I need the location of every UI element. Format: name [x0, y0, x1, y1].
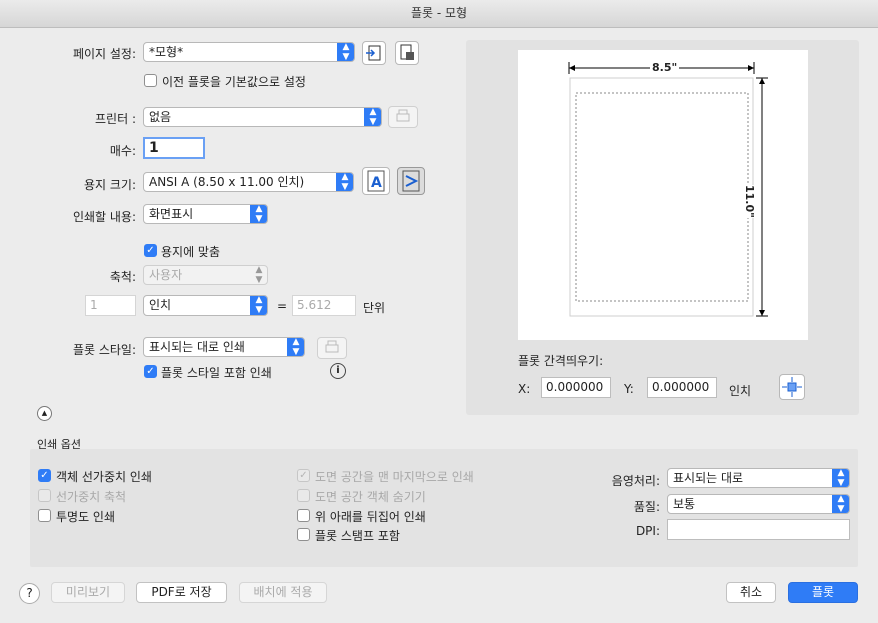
plot-stamp-checkbox[interactable]	[297, 528, 310, 541]
upside-down-label: 위 아래를 뒤집어 인쇄	[315, 510, 426, 524]
plot-lineweights-label: 객체 선가중치 인쇄	[56, 470, 152, 484]
scale-equals: =	[277, 299, 288, 313]
shading-value: 표시되는 대로	[673, 471, 744, 485]
scale-select[interactable]: 사용자 ▲ ▼	[143, 265, 268, 285]
paperspace-last-label: 도면 공간을 맨 마지막으로 인쇄	[315, 470, 474, 484]
paper-size-value: ANSI A (8.50 x 11.00 인치)	[149, 175, 305, 189]
chevron-updown-icon: ▲ ▼	[250, 296, 267, 315]
info-icon[interactable]: i	[330, 363, 346, 379]
plot-stamp-label: 플롯 스탬프 포함	[315, 529, 400, 543]
fit-to-paper-checkbox[interactable]: ✓	[144, 244, 157, 257]
plot-lineweights-checkbox[interactable]: ✓	[38, 469, 51, 482]
apply-to-layout-button[interactable]: 배치에 적용	[239, 582, 327, 603]
quality-label: 품질:	[633, 500, 660, 514]
window-title: 플롯 - 모형	[410, 6, 468, 20]
center-icon	[782, 377, 802, 397]
paper-preview-drawing	[568, 62, 768, 317]
chevron-updown-icon: ▲ ▼	[250, 205, 267, 223]
upside-down-checkbox[interactable]	[297, 509, 310, 522]
paper-height-label: 11.0"	[743, 185, 756, 218]
chevron-updown-icon: ▲ ▼	[832, 495, 849, 513]
paper-size-label: 용지 크기:	[83, 178, 136, 192]
scale-paper-units-input[interactable]: 1	[85, 295, 136, 316]
center-plot-button[interactable]	[779, 374, 805, 400]
quality-select[interactable]: 보통 ▲ ▼	[667, 494, 850, 514]
plot-transparency-label: 투명도 인쇄	[56, 510, 116, 524]
plot-area-value: 화면표시	[149, 207, 194, 221]
collapse-options-icon[interactable]: ▲	[37, 406, 52, 421]
portrait-icon: A	[367, 170, 385, 192]
scale-unit-value: 인치	[149, 298, 172, 312]
import-icon	[366, 45, 381, 61]
paper-size-select[interactable]: ANSI A (8.50 x 11.00 인치) ▲ ▼	[143, 172, 354, 192]
save-page-setup-button[interactable]	[395, 41, 419, 65]
copies-label: 매수:	[109, 144, 136, 158]
shading-label: 음영처리:	[611, 474, 660, 488]
printer-label: 프린터 :	[95, 112, 136, 126]
import-page-setup-button[interactable]	[362, 41, 386, 65]
chevron-updown-icon: ▲ ▼	[337, 43, 354, 61]
use-previous-plot-checkbox[interactable]	[144, 74, 157, 87]
plot-area-label: 인쇄할 내용:	[72, 210, 136, 224]
paper-width-label: 8.5"	[650, 61, 680, 74]
plot-style-value: 표시되는 대로 인쇄	[149, 340, 245, 354]
use-previous-plot-label: 이전 플롯을 기본값으로 설정	[162, 75, 306, 89]
scale-value: 사용자	[149, 268, 183, 282]
chevron-updown-icon: ▲ ▼	[364, 108, 381, 126]
plot-style-label: 플롯 스타일:	[72, 343, 136, 357]
plot-area-select[interactable]: 화면표시 ▲ ▼	[143, 204, 268, 224]
svg-text:A: A	[371, 175, 382, 191]
dpi-input[interactable]	[667, 519, 850, 540]
printer-select[interactable]: 없음 ▲ ▼	[143, 107, 382, 127]
scale-lineweights-checkbox[interactable]	[38, 489, 51, 502]
offset-y-label: Y:	[624, 382, 634, 396]
landscape-orientation-button[interactable]	[397, 167, 425, 195]
include-plot-style-checkbox[interactable]: ✓	[144, 365, 157, 378]
page-setup-value: *모형*	[149, 45, 184, 59]
chevron-updown-icon: ▲ ▼	[832, 469, 849, 487]
printer-properties-button[interactable]	[388, 106, 418, 128]
page-save-icon	[400, 44, 414, 60]
scale-units-label: 단위	[363, 301, 386, 315]
plot-transparency-checkbox[interactable]	[38, 509, 51, 522]
printer-icon	[325, 340, 339, 353]
copies-input[interactable]: 1	[143, 137, 205, 159]
dpi-label: DPI:	[635, 524, 660, 538]
plot-offset-label: 플롯 간격띄우기:	[518, 354, 604, 368]
cancel-button[interactable]: 취소	[726, 582, 776, 603]
fit-to-paper-label: 용지에 맞춤	[161, 245, 221, 259]
save-pdf-button[interactable]: PDF로 저장	[136, 582, 227, 603]
offset-unit-label: 인치	[729, 384, 752, 398]
offset-x-label: X:	[518, 382, 531, 396]
preview-button[interactable]: 미리보기	[51, 582, 125, 603]
plot-style-edit-button[interactable]	[317, 337, 347, 359]
hide-paperspace-label: 도면 공간 객체 숨기기	[315, 490, 426, 504]
paperspace-last-checkbox[interactable]: ✓	[297, 469, 310, 482]
portrait-orientation-button[interactable]: A	[362, 167, 390, 195]
scale-drawing-units-input[interactable]: 5.612	[292, 295, 356, 316]
landscape-icon	[402, 170, 420, 192]
scale-label: 축척:	[109, 270, 136, 284]
quality-value: 보통	[673, 497, 696, 511]
help-button[interactable]: ?	[19, 583, 40, 604]
window-title-bar: 플롯 - 모형	[0, 0, 878, 28]
chevron-updown-icon: ▲ ▼	[255, 265, 263, 285]
plot-style-select[interactable]: 표시되는 대로 인쇄 ▲ ▼	[143, 337, 305, 357]
plot-button[interactable]: 플롯	[788, 582, 858, 603]
scale-unit-select[interactable]: 인치 ▲ ▼	[143, 295, 268, 316]
page-setup-select[interactable]: *모형* ▲ ▼	[143, 42, 355, 62]
printer-value: 없음	[149, 110, 172, 124]
offset-x-input[interactable]: 0.000000	[541, 377, 611, 398]
chevron-updown-icon: ▲ ▼	[287, 338, 304, 356]
chevron-updown-icon: ▲ ▼	[336, 173, 353, 191]
shading-select[interactable]: 표시되는 대로 ▲ ▼	[667, 468, 850, 488]
printer-icon	[396, 109, 410, 122]
include-plot-style-label: 플롯 스타일 포함 인쇄	[161, 366, 272, 380]
offset-y-input[interactable]: 0.000000	[647, 377, 717, 398]
scale-lineweights-label: 선가중치 축척	[56, 490, 127, 504]
hide-paperspace-checkbox[interactable]	[297, 489, 310, 502]
page-setup-label: 페이지 설정:	[72, 47, 136, 61]
